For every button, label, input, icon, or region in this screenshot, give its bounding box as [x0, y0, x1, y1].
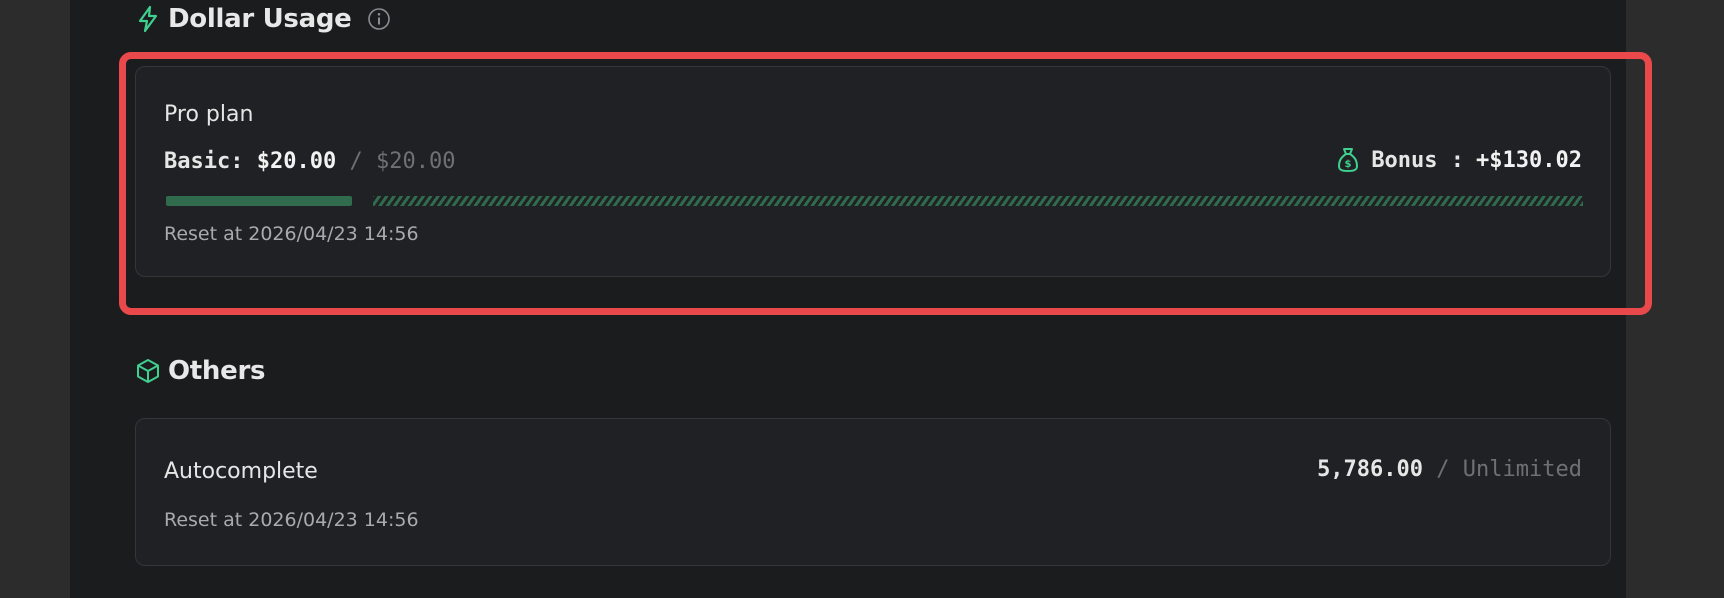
- autocomplete-limit: Unlimited: [1462, 457, 1582, 482]
- others-header: Others: [136, 354, 265, 388]
- autocomplete-name: Autocomplete: [164, 459, 318, 484]
- autocomplete-used: 5,786.00: [1317, 457, 1424, 482]
- cube-icon: [136, 358, 160, 384]
- info-circle-icon[interactable]: [367, 7, 391, 31]
- highlight-box: [119, 52, 1652, 315]
- dollar-usage-header: Dollar Usage: [136, 2, 391, 36]
- autocomplete-card: Autocomplete 5,786.00 / Unlimited Reset …: [135, 418, 1611, 566]
- autocomplete-separator: /: [1436, 457, 1450, 482]
- others-title: Others: [168, 356, 266, 386]
- autocomplete-reset-text: Reset at 2026/04/23 14:56: [164, 509, 419, 531]
- lightning-bolt-icon: [136, 5, 160, 33]
- dollar-usage-title: Dollar Usage: [168, 4, 352, 34]
- autocomplete-usage: 5,786.00 / Unlimited: [1317, 457, 1582, 482]
